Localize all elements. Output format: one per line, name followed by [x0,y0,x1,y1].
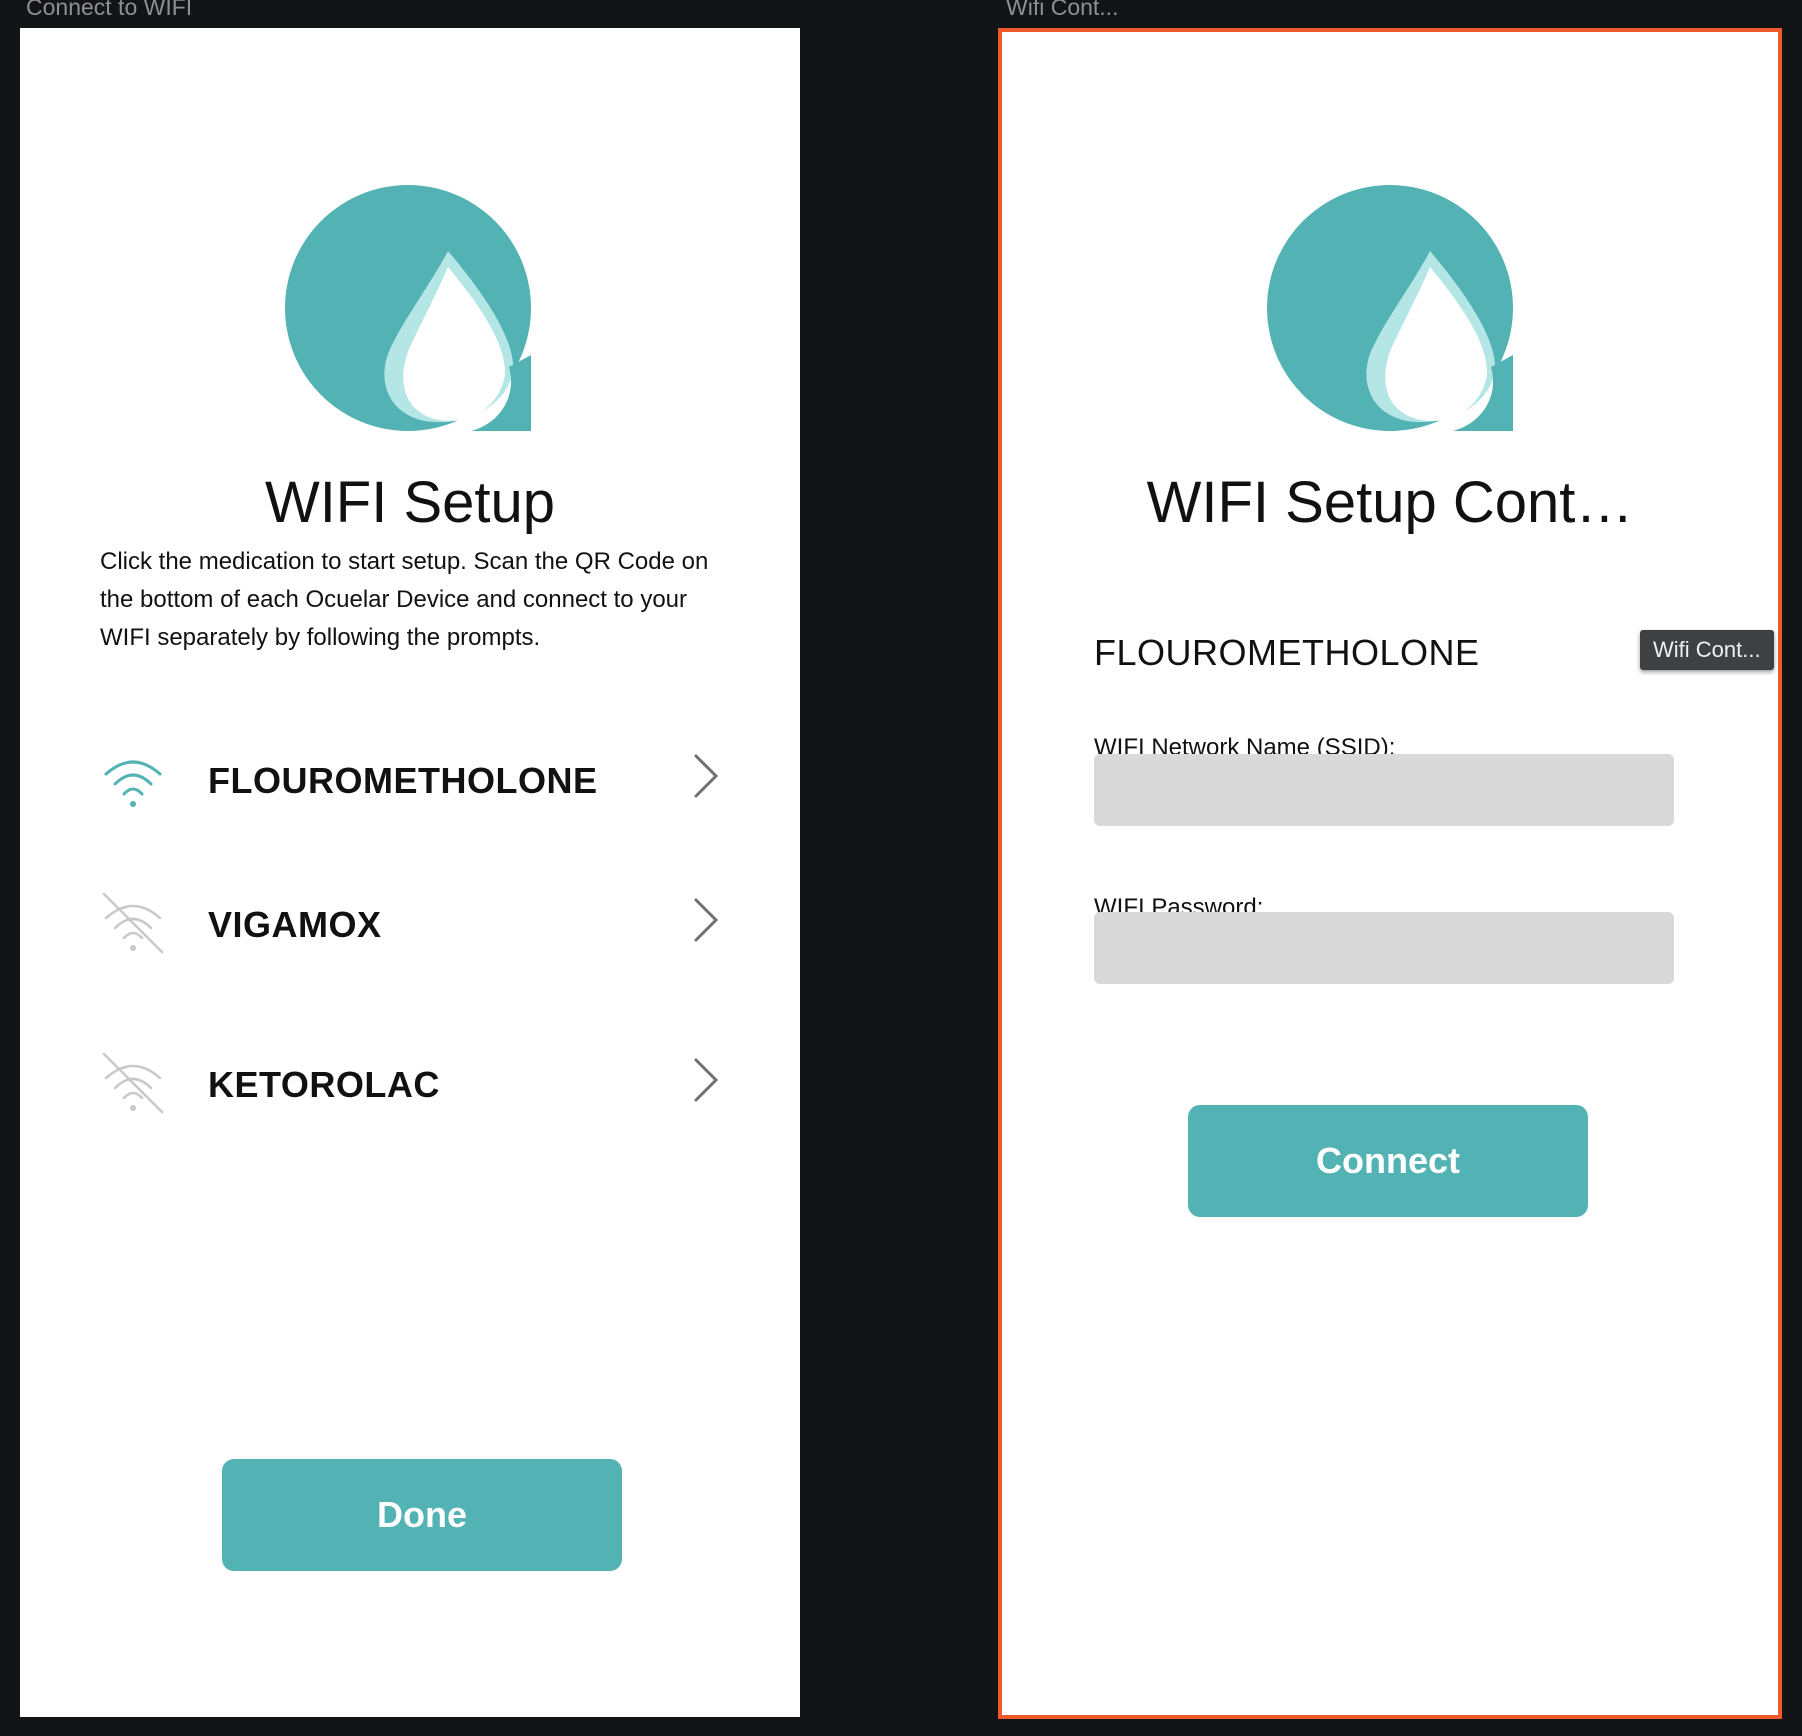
done-button[interactable]: Done [222,1459,622,1571]
wifi-icon [104,760,162,807]
chevron-right-icon[interactable] [690,1056,722,1104]
medication-row-flourometholone[interactable]: FLOUROMETHOLONE [100,746,730,826]
wifi-cont-screen: WIFI Setup Cont… FLOUROMETHOLONE WIFI Ne… [998,28,1782,1719]
medication-row-ketorolac[interactable]: KETOROLAC [100,1050,730,1130]
page-title: WIFI Setup [264,470,556,535]
medication-name: FLOUROMETHOLONE [208,760,598,801]
wifi-off-icon [102,1052,164,1114]
medication-row-vigamox[interactable]: VIGAMOX [100,890,730,970]
droplet-logo-icon [1267,185,1513,431]
setup-instructions: Click the medication to start setup. Sca… [100,548,709,651]
medication-name: KETOROLAC [208,1064,440,1105]
connect-button[interactable]: Connect [1188,1105,1588,1217]
medication-name: VIGAMOX [208,904,382,945]
wifi-off-icon [102,892,164,954]
password-input[interactable] [1094,912,1674,984]
droplet-logo-icon [285,185,531,431]
ssid-input[interactable] [1094,754,1674,826]
frame-name-tooltip: Wifi Cont... [1640,630,1774,670]
chevron-right-icon[interactable] [690,896,722,944]
selected-medication: FLOUROMETHOLONE [1094,632,1480,673]
page-title: WIFI Setup Cont… [1146,470,1634,535]
frame-label-connect-to-wifi[interactable]: Connect to WIFI [26,0,192,20]
chevron-right-icon[interactable] [690,752,722,800]
frame-label-wifi-cont[interactable]: Wifi Cont... [1006,0,1118,20]
connect-to-wifi-screen: WIFI Setup Click the medication to start… [20,28,800,1717]
